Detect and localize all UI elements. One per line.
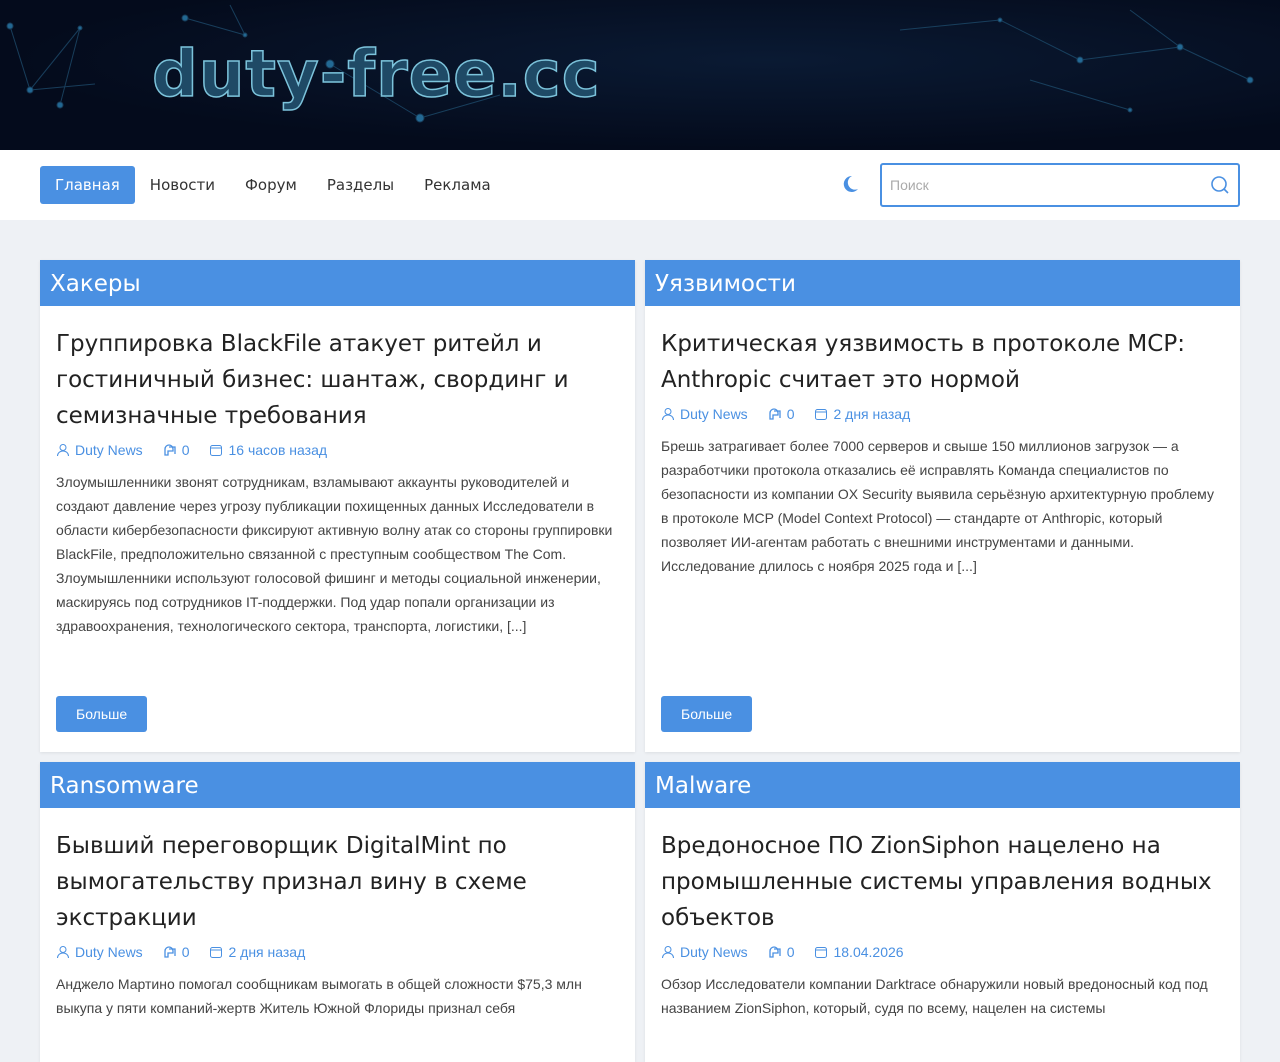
site-banner: duty-free.cc: [0, 0, 1280, 150]
comments-link[interactable]: 0: [163, 944, 190, 960]
author-name: Duty News: [75, 442, 143, 458]
news-card: Уязвимости Критическая уязвимость в прот…: [645, 260, 1240, 752]
category-header[interactable]: Уязвимости: [645, 260, 1240, 306]
comment-count: 0: [181, 442, 190, 458]
date: 16 часов назад: [209, 442, 327, 458]
nav-news[interactable]: Новости: [135, 166, 230, 204]
date-text: 2 дня назад: [833, 406, 911, 422]
article-meta: Duty News 0 2 дня назад: [661, 406, 1224, 422]
date: 2 дня назад: [814, 406, 910, 422]
nav-forum[interactable]: Форум: [230, 166, 312, 204]
date: 2 дня назад: [209, 944, 305, 960]
author-name: Duty News: [680, 406, 748, 422]
article-title[interactable]: Бывший переговорщик DigitalMint по вымог…: [56, 828, 619, 936]
date: 18.04.2026: [814, 944, 904, 960]
category-header[interactable]: Ransomware: [40, 762, 635, 808]
comment-icon: [164, 444, 176, 456]
user-icon: [57, 444, 69, 457]
more-button[interactable]: Больше: [661, 696, 753, 732]
category-header[interactable]: Хакеры: [40, 260, 635, 306]
user-icon: [662, 408, 674, 421]
search-box: [880, 163, 1240, 207]
author-name: Duty News: [680, 944, 748, 960]
article-title[interactable]: Вредоносное ПО ZionSiphon нацелено на пр…: [661, 828, 1224, 936]
comments-link[interactable]: 0: [163, 442, 190, 458]
date-text: 18.04.2026: [833, 944, 904, 960]
article-meta: Duty News 0 2 дня назад: [56, 944, 619, 960]
nav-sections[interactable]: Разделы: [312, 166, 409, 204]
article-excerpt: Брешь затрагивает более 7000 серверов и …: [661, 438, 1214, 574]
comments-link[interactable]: 0: [768, 944, 795, 960]
article-excerpt: Анджело Мартино помогал сообщникам вымог…: [56, 976, 582, 1016]
comment-icon: [769, 946, 781, 958]
comment-count: 0: [786, 406, 795, 422]
calendar-icon: [210, 445, 223, 456]
more-button[interactable]: Больше: [56, 696, 148, 732]
user-icon: [662, 946, 674, 959]
nav-home[interactable]: Главная: [40, 166, 135, 204]
nav-ads[interactable]: Реклама: [409, 166, 506, 204]
dark-mode-moon-icon[interactable]: [840, 174, 860, 194]
comment-count: 0: [181, 944, 190, 960]
article-meta: Duty News 0 16 часов назад: [56, 442, 619, 458]
comment-icon: [164, 946, 176, 958]
article-excerpt: Обзор Исследователи компании Darktrace о…: [661, 976, 1208, 1016]
site-logo[interactable]: duty-free.cc: [151, 37, 601, 113]
comment-icon: [769, 408, 781, 420]
calendar-icon: [815, 409, 828, 420]
news-card: Ransomware Бывший переговорщик DigitalMi…: [40, 762, 635, 1062]
category-header[interactable]: Malware: [645, 762, 1240, 808]
user-icon: [57, 946, 69, 959]
news-card: Хакеры Группировка BlackFile атакует рит…: [40, 260, 635, 752]
author-link[interactable]: Duty News: [661, 406, 748, 422]
calendar-icon: [210, 947, 223, 958]
date-text: 16 часов назад: [228, 442, 328, 458]
date-text: 2 дня назад: [228, 944, 306, 960]
author-link[interactable]: Duty News: [56, 442, 143, 458]
comments-link[interactable]: 0: [768, 406, 795, 422]
author-name: Duty News: [75, 944, 143, 960]
comment-count: 0: [786, 944, 795, 960]
search-input[interactable]: [890, 177, 1210, 193]
news-card: Malware Вредоносное ПО ZionSiphon нацеле…: [645, 762, 1240, 1062]
article-title[interactable]: Критическая уязвимость в протоколе MCP: …: [661, 326, 1224, 398]
article-meta: Duty News 0 18.04.2026: [661, 944, 1224, 960]
article-excerpt: Злоумышленники звонят сотрудникам, взлам…: [56, 474, 613, 634]
article-title[interactable]: Группировка BlackFile атакует ритейл и г…: [56, 326, 619, 434]
search-icon[interactable]: [1210, 175, 1230, 195]
author-link[interactable]: Duty News: [661, 944, 748, 960]
author-link[interactable]: Duty News: [56, 944, 143, 960]
main-nav: Главная Новости Форум Разделы Реклама: [0, 150, 1280, 220]
calendar-icon: [815, 947, 828, 958]
